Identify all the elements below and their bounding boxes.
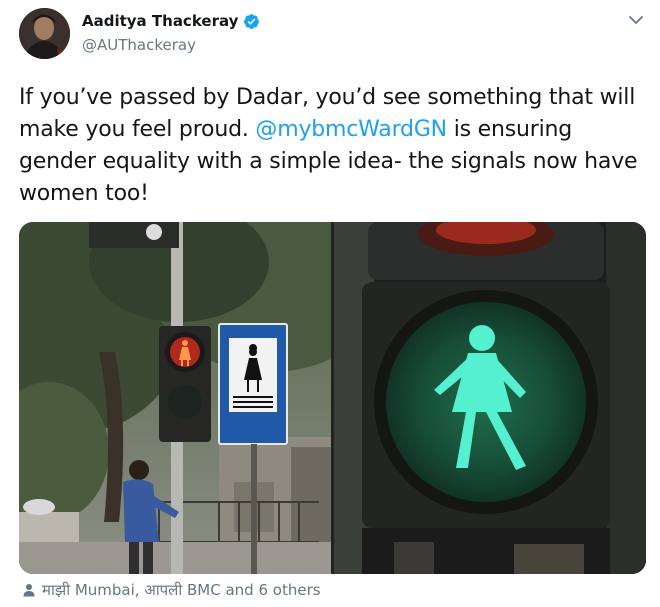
media-grid — [19, 222, 646, 574]
photo-green-signal-closeup[interactable] — [334, 222, 646, 574]
person-icon — [22, 583, 36, 597]
display-name[interactable]: Aaditya Thackeray — [82, 12, 238, 30]
verified-badge-icon — [243, 13, 260, 30]
user-handle[interactable]: @AUThackeray — [82, 36, 196, 54]
tweet-card: Aaditya Thackeray @AUThackeray If you’ve… — [0, 0, 660, 607]
tagged-people-label[interactable]: माझी Mumbai, आपली BMC and 6 others — [42, 580, 321, 600]
mention-link[interactable]: @mybmcWardGN — [255, 117, 447, 142]
photo-street-signal[interactable] — [19, 222, 389, 574]
tweet-text: If you’ve passed by Dadar, you’d see som… — [19, 82, 639, 210]
chevron-down-icon[interactable] — [628, 12, 644, 28]
avatar[interactable] — [19, 8, 70, 59]
tagged-people[interactable]: माझी Mumbai, आपली BMC and 6 others — [22, 580, 321, 600]
